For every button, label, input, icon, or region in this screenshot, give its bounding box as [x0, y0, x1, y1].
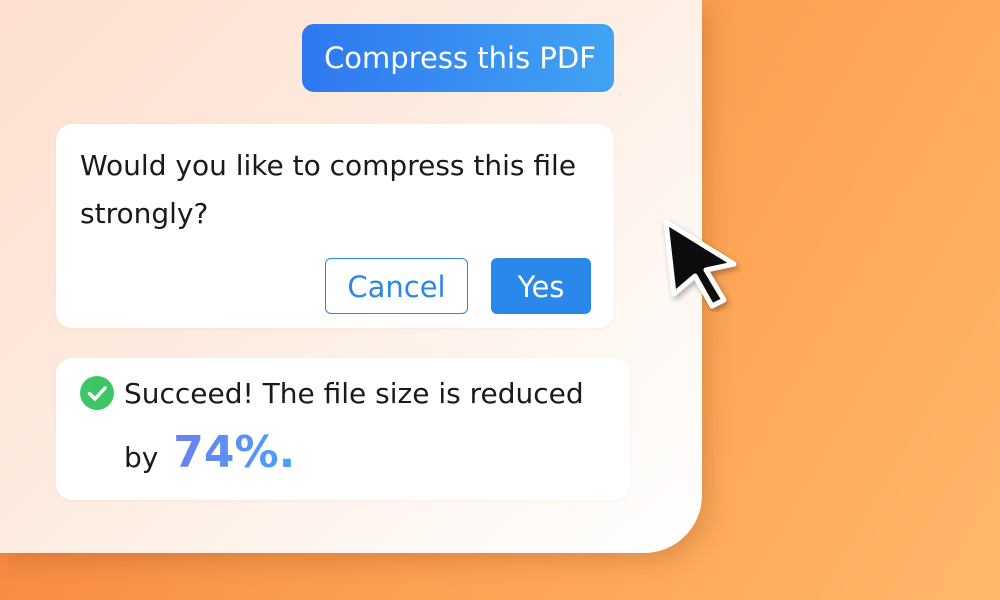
user-message-bubble: Compress this PDF — [302, 24, 614, 92]
yes-button[interactable]: Yes — [491, 258, 591, 314]
chat-panel: Compress this PDF Would you like to comp… — [0, 0, 702, 553]
confirmation-question: Would you like to compress this file str… — [80, 149, 577, 230]
confirmation-card: Would you like to compress this file str… — [56, 124, 614, 328]
result-reduction: by 74%. — [124, 422, 295, 489]
result-message: Succeed! The file size is reduced — [124, 377, 584, 410]
check-circle-icon — [80, 376, 114, 410]
result-card: Succeed! The file size is reduced by 74%… — [56, 358, 630, 500]
cancel-button[interactable]: Cancel — [325, 258, 468, 314]
reduction-percent: 74%. — [173, 427, 296, 478]
mouse-cursor-icon — [663, 219, 737, 309]
result-prefix: by — [124, 441, 159, 474]
user-message-text: Compress this PDF — [324, 41, 596, 75]
